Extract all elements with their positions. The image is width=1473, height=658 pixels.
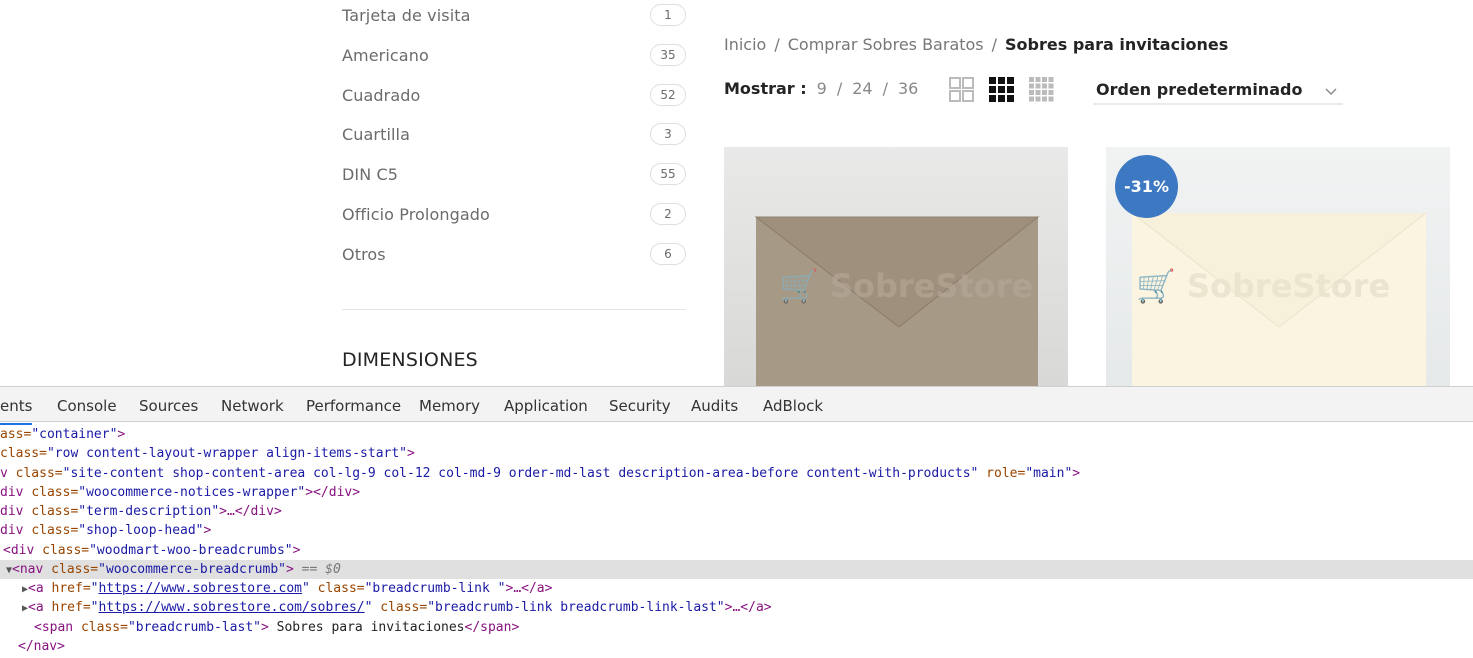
category-label: DIN C5: [342, 164, 399, 184]
tab-network[interactable]: Network: [221, 397, 284, 415]
tab-elements[interactable]: ents: [0, 397, 33, 425]
dom-node-line[interactable]: </nav>: [0, 637, 1473, 656]
tab-memory[interactable]: Memory: [419, 397, 480, 415]
dom-node-line[interactable]: div class="term-description">…</div>: [0, 502, 1473, 521]
devtools-tabbar: ents Console Sources Network Performance…: [0, 387, 1473, 425]
category-count: 6: [650, 243, 686, 265]
product-card[interactable]: 🛒 SobreStore: [724, 147, 1068, 386]
category-item-officio-prolongado[interactable]: Officio Prolongado 2: [342, 201, 686, 227]
href-link[interactable]: https://www.sobrestore.com/sobres/: [98, 600, 364, 615]
chevron-down-icon: [1325, 88, 1337, 95]
per-page-separator: /: [882, 79, 888, 98]
category-count: 2: [650, 203, 686, 225]
dom-node-line[interactable]: ▶<a href="https://www.sobrestore.com" cl…: [0, 579, 1473, 598]
tab-performance[interactable]: Performance: [306, 397, 401, 415]
category-label: Americano: [342, 45, 429, 65]
breadcrumb-link-home[interactable]: Inicio: [724, 35, 766, 54]
orderby-select[interactable]: Orden predeterminado: [1093, 75, 1343, 105]
view-switcher: [949, 77, 1054, 102]
tab-audits[interactable]: Audits: [691, 397, 738, 415]
envelope-image: 🛒 SobreStore: [724, 147, 1068, 386]
tab-application[interactable]: Application: [504, 397, 588, 415]
dom-node-line[interactable]: ▶<a href="https://www.sobrestore.com/sob…: [0, 598, 1473, 617]
grid-4-icon[interactable]: [1029, 77, 1054, 102]
category-item-otros[interactable]: Otros 6: [342, 241, 686, 267]
per-page-option-36[interactable]: 36: [898, 79, 918, 98]
breadcrumb-separator: /: [991, 35, 998, 54]
breadcrumb-current: Sobres para invitaciones: [1005, 35, 1229, 54]
tab-security[interactable]: Security: [609, 397, 671, 415]
category-item-tarjeta-de-visita[interactable]: Tarjeta de visita 1: [342, 2, 686, 28]
per-page-label: Mostrar :: [724, 79, 807, 98]
category-item-cuartilla[interactable]: Cuartilla 3: [342, 121, 686, 147]
dom-node-line[interactable]: <div class="woodmart-woo-breadcrumbs">: [0, 541, 1473, 560]
category-count: 52: [650, 84, 686, 106]
devtools-panel: ents Console Sources Network Performance…: [0, 386, 1473, 658]
dom-node-line[interactable]: <span class="breadcrumb-last"> Sobres pa…: [0, 618, 1473, 637]
tab-console[interactable]: Console: [57, 397, 117, 415]
breadcrumb: Inicio / Comprar Sobres Baratos / Sobres…: [724, 35, 1228, 54]
orderby-value: Orden predeterminado: [1096, 79, 1303, 99]
svg-text:🛒 SobreStore: 🛒 SobreStore: [779, 267, 1033, 305]
breadcrumb-link-parent[interactable]: Comprar Sobres Baratos: [788, 35, 984, 54]
per-page-option-24[interactable]: 24: [852, 79, 872, 98]
per-page-selector: Mostrar : 9 / 24 / 36: [724, 79, 918, 98]
dom-node-line[interactable]: ass="container">: [0, 425, 1473, 444]
dom-node-line[interactable]: v class="site-content shop-content-area …: [0, 464, 1473, 483]
category-label: Officio Prolongado: [342, 204, 490, 224]
category-count: 35: [650, 44, 686, 66]
dimensions-widget-title: DIMENSIONES: [342, 349, 478, 371]
sidebar-divider: [342, 309, 686, 310]
category-label: Otros: [342, 244, 386, 264]
href-link[interactable]: https://www.sobrestore.com: [98, 581, 302, 596]
category-label: Cuadrado: [342, 85, 421, 105]
category-item-americano[interactable]: Americano 35: [342, 42, 686, 68]
category-count: 55: [650, 163, 686, 185]
grid-3-icon[interactable]: [989, 77, 1014, 102]
tab-sources[interactable]: Sources: [139, 397, 198, 415]
category-label: Cuartilla: [342, 124, 411, 144]
category-label: Tarjeta de visita: [342, 5, 471, 25]
per-page-separator: /: [836, 79, 843, 98]
breadcrumb-separator: /: [774, 35, 780, 54]
category-item-cuadrado[interactable]: Cuadrado 52: [342, 82, 686, 108]
dom-node-line-selected[interactable]: ▼<nav class="woocommerce-breadcrumb"> ==…: [0, 560, 1473, 579]
sale-badge: -31%: [1115, 155, 1178, 218]
category-count: 1: [650, 4, 686, 26]
dom-node-line[interactable]: class="row content-layout-wrapper align-…: [0, 444, 1473, 463]
tab-adblock[interactable]: AdBlock: [763, 397, 823, 415]
dom-node-line[interactable]: div class="shop-loop-head">: [0, 521, 1473, 540]
dom-node-line[interactable]: div class="woocommerce-notices-wrapper">…: [0, 483, 1473, 502]
svg-text:🛒 SobreStore: 🛒 SobreStore: [1136, 267, 1390, 305]
category-count: 3: [650, 123, 686, 145]
grid-2-icon[interactable]: [949, 77, 974, 102]
shop-page: Tarjeta de visita 1 Americano 35 Cuadrad…: [0, 0, 1473, 386]
category-item-din-c5[interactable]: DIN C5 55: [342, 161, 686, 187]
per-page-option-9[interactable]: 9: [817, 79, 827, 98]
